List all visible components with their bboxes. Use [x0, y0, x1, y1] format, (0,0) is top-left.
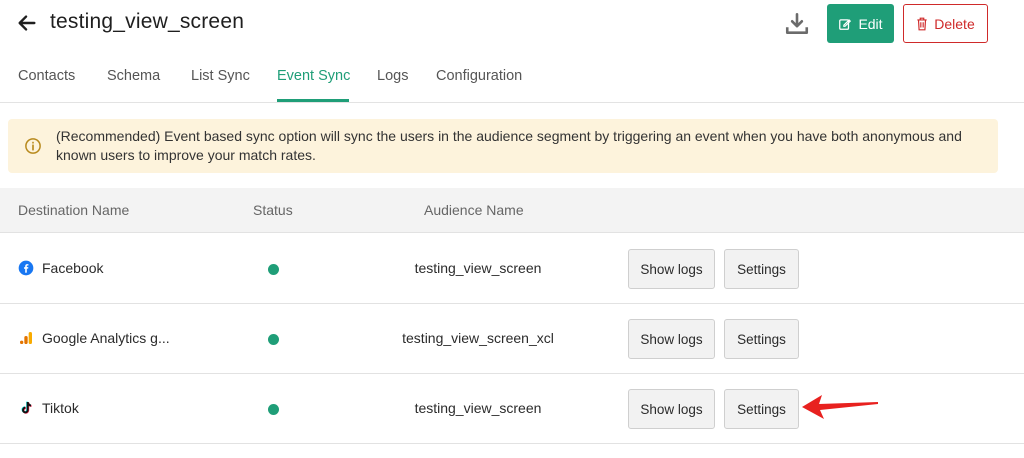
destination-name: Google Analytics g...	[42, 330, 170, 346]
edit-button-label: Edit	[858, 15, 883, 32]
audience-name: testing_view_screen_xcl	[402, 330, 554, 346]
audience-name: testing_view_screen	[414, 400, 542, 416]
google-analytics-icon	[20, 332, 32, 344]
status-indicator	[268, 264, 279, 275]
tiktok-icon	[21, 401, 32, 414]
tab-schema[interactable]: Schema	[107, 68, 160, 84]
destination-cell: Google Analytics g...	[18, 330, 170, 346]
tab-list-sync[interactable]: List Sync	[191, 68, 250, 84]
audience-name: testing_view_screen	[414, 260, 542, 276]
column-header-audience: Audience Name	[424, 202, 524, 218]
tab-bar: Contacts Schema List Sync Event Sync Log…	[0, 58, 1024, 103]
info-icon	[25, 138, 41, 154]
active-tab-indicator	[277, 99, 349, 102]
tab-configuration[interactable]: Configuration	[436, 68, 522, 84]
tab-logs[interactable]: Logs	[377, 68, 408, 84]
status-indicator	[268, 334, 279, 345]
facebook-icon	[18, 260, 34, 276]
show-logs-button[interactable]: Show logs	[628, 319, 715, 359]
table-header: Destination Name Status Audience Name	[0, 188, 1024, 233]
status-indicator	[268, 404, 279, 415]
destination-name: Tiktok	[42, 400, 79, 416]
banner-text: (Recommended) Event based sync option wi…	[56, 128, 962, 163]
settings-button[interactable]: Settings	[724, 319, 799, 359]
settings-button[interactable]: Settings	[724, 249, 799, 289]
edit-icon	[839, 18, 852, 30]
destination-cell: Tiktok	[18, 400, 79, 416]
download-icon[interactable]	[784, 11, 810, 37]
column-header-status: Status	[253, 202, 293, 218]
edit-button[interactable]: Edit	[827, 4, 894, 43]
back-arrow-icon[interactable]	[16, 12, 38, 34]
column-header-destination: Destination Name	[18, 202, 130, 218]
table-row: Facebook testing_view_screen Show logs S…	[0, 234, 1024, 304]
show-logs-button[interactable]: Show logs	[628, 389, 715, 429]
page-title: testing_view_screen	[50, 10, 245, 33]
trash-icon	[917, 17, 927, 30]
delete-button[interactable]: Delete	[903, 4, 988, 43]
info-banner: (Recommended) Event based sync option wi…	[8, 119, 998, 173]
annotation-arrow-icon	[802, 395, 878, 419]
tab-event-sync[interactable]: Event Sync	[277, 68, 350, 84]
settings-button[interactable]: Settings	[724, 389, 799, 429]
destination-name: Facebook	[42, 260, 104, 276]
tab-contacts[interactable]: Contacts	[18, 68, 75, 84]
destination-cell: Facebook	[18, 260, 103, 276]
delete-button-label: Delete	[934, 15, 975, 32]
table-row: Google Analytics g... testing_view_scree…	[0, 304, 1024, 374]
show-logs-button[interactable]: Show logs	[628, 249, 715, 289]
page-header: testing_view_screen Edit Delete	[0, 0, 1024, 50]
